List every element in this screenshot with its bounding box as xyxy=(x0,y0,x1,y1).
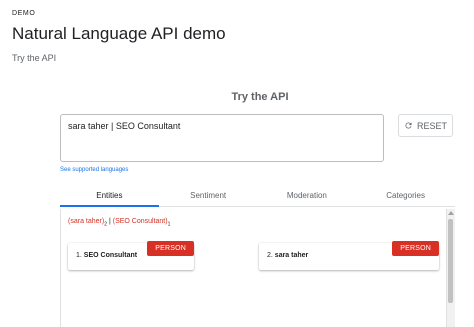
reset-label: RESET xyxy=(416,120,447,131)
entity-card[interactable]: 1. SEO Consultant PERSON xyxy=(68,241,194,270)
analysis-tabs: Entities Sentiment Moderation Categories xyxy=(60,186,455,207)
entity-label: 2. sara taher xyxy=(267,252,308,259)
tab-moderation[interactable]: Moderation xyxy=(257,186,357,207)
entity-name: sara taher xyxy=(274,252,309,259)
annotated-text: (sara taher)2 | (SEO Consultant)1 xyxy=(68,218,171,228)
text-input[interactable]: sara taher | SEO Consultant xyxy=(60,114,384,162)
separator: | xyxy=(108,218,111,225)
refresh-icon xyxy=(405,122,412,129)
entity-mention: sara taher xyxy=(70,218,102,225)
reset-button[interactable]: RESET xyxy=(398,114,453,137)
entity-type-badge: PERSON xyxy=(147,241,194,256)
entity-index: 1 xyxy=(167,221,171,228)
scroll-up-arrow-icon[interactable] xyxy=(448,211,454,215)
entity-label: 1. SEO Consultant xyxy=(76,252,137,259)
page-subtitle: Try the API xyxy=(12,53,57,63)
entity-mention: SEO Consultant xyxy=(115,218,166,225)
entity-index: 2 xyxy=(104,221,107,228)
entity-type-badge: PERSON xyxy=(392,241,439,256)
entity-card[interactable]: 2. sara taher PERSON xyxy=(259,241,439,270)
tab-entities[interactable]: Entities xyxy=(60,186,159,207)
page-eyebrow: DEMO xyxy=(12,10,36,17)
tab-categories[interactable]: Categories xyxy=(356,186,455,207)
entity-name: SEO Consultant xyxy=(83,252,138,259)
entity-number: 2. xyxy=(267,252,273,259)
supported-languages-link[interactable]: See supported languages xyxy=(60,167,128,173)
tab-sentiment[interactable]: Sentiment xyxy=(158,186,258,207)
entity-number: 1. xyxy=(76,252,82,259)
scrollbar-thumb[interactable] xyxy=(448,219,453,303)
page-title: Natural Language API demo xyxy=(12,24,226,43)
section-heading: Try the API xyxy=(231,91,289,103)
